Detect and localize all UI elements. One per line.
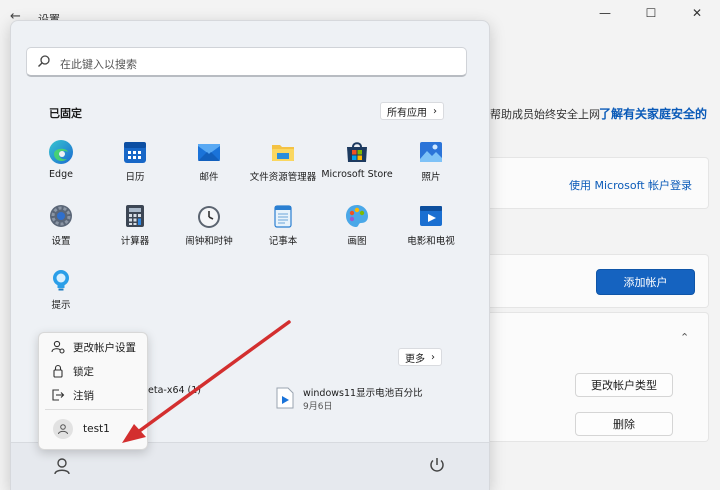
user-icon bbox=[58, 424, 68, 435]
app-settings[interactable]: 设置 bbox=[21, 203, 101, 249]
change-account-type-button[interactable]: 更改帐户类型 bbox=[575, 373, 673, 397]
app-label: 电影和电视 bbox=[407, 236, 455, 247]
app-label: 设置 bbox=[51, 236, 71, 247]
chevron-up-icon[interactable]: ⌃ bbox=[680, 331, 689, 344]
app-alarms-clock[interactable]: 闹钟和时钟 bbox=[169, 203, 249, 249]
recommended-item[interactable]: windows11显示电池百分比 9月6日 bbox=[273, 383, 443, 417]
all-apps-button[interactable]: 所有应用 › bbox=[380, 102, 444, 120]
maximize-button[interactable]: ☐ bbox=[628, 0, 674, 26]
app-label: 照片 bbox=[421, 172, 441, 183]
paint-icon bbox=[346, 205, 368, 227]
microsoft-login-link[interactable]: 使用 Microsoft 帐户登录 bbox=[569, 177, 692, 193]
family-safety-link[interactable]: 了解有关家庭安全的 bbox=[599, 105, 707, 122]
store-icon bbox=[347, 142, 367, 162]
avatar bbox=[53, 419, 73, 439]
recommended-item-date: 9月6日 bbox=[303, 402, 333, 412]
edge-icon bbox=[49, 140, 73, 164]
app-photos[interactable]: 照片 bbox=[391, 139, 471, 185]
app-paint[interactable]: 画图 bbox=[317, 203, 397, 249]
app-label: Edge bbox=[49, 169, 73, 180]
settings-icon bbox=[50, 205, 72, 227]
account-settings-icon bbox=[51, 340, 65, 354]
divider bbox=[45, 409, 143, 410]
movies-icon bbox=[420, 206, 442, 226]
user-popup-menu: 更改帐户设置 锁定 注销 test1 bbox=[38, 332, 148, 450]
notepad-icon bbox=[274, 205, 292, 228]
more-label: 更多 bbox=[405, 353, 425, 365]
power-icon[interactable] bbox=[428, 456, 446, 474]
search-input[interactable]: 在此键入以搜索 bbox=[26, 47, 467, 77]
app-label: 记事本 bbox=[268, 236, 298, 247]
calculator-icon bbox=[126, 205, 144, 227]
app-label: 画图 bbox=[347, 236, 367, 247]
calendar-icon bbox=[124, 142, 146, 163]
delete-account-button[interactable]: 删除 bbox=[575, 412, 673, 436]
chevron-right-icon: › bbox=[431, 351, 435, 363]
app-label: 闹钟和时钟 bbox=[185, 236, 233, 247]
popup-item-label: 更改帐户设置 bbox=[73, 341, 136, 354]
video-file-icon bbox=[276, 387, 294, 409]
app-label: 计算器 bbox=[120, 236, 150, 247]
mail-icon bbox=[198, 144, 220, 161]
more-button[interactable]: 更多 › bbox=[398, 348, 442, 366]
popup-item-label: 锁定 bbox=[73, 365, 94, 378]
minimize-button[interactable]: — bbox=[582, 0, 628, 26]
app-mail[interactable]: 邮件 bbox=[169, 139, 249, 185]
folder-icon bbox=[272, 145, 294, 161]
sign-out-icon bbox=[52, 389, 65, 401]
recommended-item-name: windows11显示电池百分比 bbox=[303, 388, 423, 399]
pinned-title: 已固定 bbox=[49, 107, 82, 120]
app-calendar[interactable]: 日历 bbox=[95, 139, 175, 185]
app-label: 日历 bbox=[125, 172, 145, 183]
search-icon bbox=[38, 55, 50, 67]
app-tips[interactable]: 提示 bbox=[21, 267, 101, 313]
clock-icon bbox=[198, 206, 220, 228]
lock-item[interactable]: 锁定 bbox=[39, 359, 149, 383]
popup-item-label: 注销 bbox=[73, 389, 94, 402]
user-account-card: ⌃ 更改帐户类型 删除 bbox=[490, 312, 709, 442]
app-label: 文件资源管理器 bbox=[249, 172, 317, 183]
app-microsoft-store[interactable]: Microsoft Store bbox=[317, 139, 397, 185]
switch-user-item[interactable]: test1 bbox=[45, 414, 143, 444]
family-safety-text: 帮助成员始终安全上网 bbox=[490, 108, 600, 121]
add-account-card: 添加帐户 bbox=[490, 254, 709, 308]
sign-out-item[interactable]: 注销 bbox=[39, 383, 149, 407]
app-edge[interactable]: Edge bbox=[21, 139, 101, 185]
app-label: 提示 bbox=[51, 300, 71, 311]
microsoft-account-card: 使用 Microsoft 帐户登录 bbox=[490, 157, 709, 209]
app-file-explorer[interactable]: 文件资源管理器 bbox=[243, 139, 323, 185]
app-label: 邮件 bbox=[199, 172, 219, 183]
photos-icon bbox=[420, 142, 442, 162]
all-apps-label: 所有应用 bbox=[387, 107, 427, 119]
username-label: test1 bbox=[83, 423, 110, 435]
window-controls: — ☐ ✕ bbox=[582, 0, 720, 26]
app-notepad[interactable]: 记事本 bbox=[243, 203, 323, 249]
chevron-right-icon: › bbox=[433, 105, 437, 117]
change-account-settings-item[interactable]: 更改帐户设置 bbox=[39, 335, 149, 359]
lock-icon bbox=[53, 364, 63, 378]
add-account-button[interactable]: 添加帐户 bbox=[596, 269, 695, 295]
tips-icon bbox=[53, 270, 69, 291]
app-calculator[interactable]: 计算器 bbox=[95, 203, 175, 249]
close-button[interactable]: ✕ bbox=[674, 0, 720, 26]
app-label: Microsoft Store bbox=[321, 169, 393, 180]
search-placeholder: 在此键入以搜索 bbox=[60, 58, 137, 71]
recommended-item-partial[interactable]: eta-x64 (1) bbox=[148, 385, 201, 396]
user-icon[interactable] bbox=[51, 455, 73, 477]
app-movies-tv[interactable]: 电影和电视 bbox=[391, 203, 471, 249]
